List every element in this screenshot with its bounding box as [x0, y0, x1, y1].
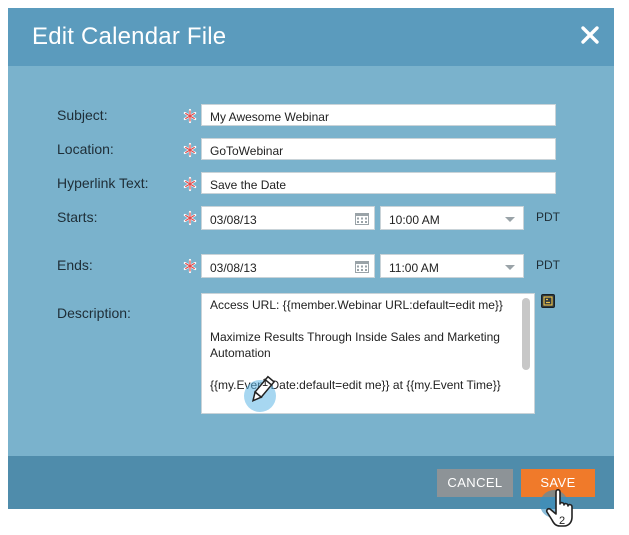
- step-2-callout: 2: [538, 484, 582, 530]
- description-label: Description:: [57, 305, 131, 321]
- token-picker-icon[interactable]: [541, 294, 555, 308]
- description-scrollbar[interactable]: [522, 298, 530, 370]
- subject-label: Subject:: [57, 107, 108, 123]
- start-time-value: 10:00 AM: [389, 213, 440, 227]
- required-star-icon: [183, 142, 197, 158]
- end-timezone: PDT: [536, 258, 560, 272]
- end-date-input[interactable]: 03/08/13: [201, 254, 375, 278]
- ends-label: Ends:: [57, 257, 93, 273]
- required-star-icon: [183, 176, 197, 192]
- hyperlink-label: Hyperlink Text:: [57, 175, 149, 191]
- start-timezone: PDT: [536, 210, 560, 224]
- description-line: Access URL: {{member.Webinar URL:default…: [210, 298, 503, 312]
- start-time-select[interactable]: 10:00 AM: [380, 206, 524, 230]
- required-star-icon: [183, 258, 197, 274]
- dialog-title: Edit Calendar File: [32, 23, 227, 50]
- step-2-number: 2: [559, 515, 566, 527]
- start-date-input[interactable]: 03/08/13: [201, 206, 375, 230]
- hyperlink-text-input[interactable]: Save the Date: [201, 172, 556, 194]
- calendar-icon[interactable]: [355, 261, 369, 273]
- end-time-select[interactable]: 11:00 AM: [380, 254, 524, 278]
- step-1-number: 1: [262, 377, 269, 389]
- required-star-icon: [183, 210, 197, 226]
- location-input[interactable]: GoToWebinar: [201, 138, 556, 160]
- starts-label: Starts:: [57, 209, 98, 225]
- subject-input[interactable]: My Awesome Webinar: [201, 104, 556, 126]
- chevron-down-icon: [505, 217, 515, 222]
- start-date-value: 03/08/13: [210, 213, 257, 227]
- pencil-icon: [244, 375, 276, 412]
- edit-calendar-dialog: Edit Calendar File Subject: My Awesome W…: [8, 8, 614, 527]
- end-date-value: 03/08/13: [210, 261, 257, 275]
- location-label: Location:: [57, 141, 114, 157]
- required-star-icon: [183, 108, 197, 124]
- cancel-button[interactable]: CANCEL: [437, 469, 513, 497]
- dialog-header: Edit Calendar File: [8, 8, 614, 66]
- end-time-value: 11:00 AM: [389, 261, 439, 275]
- calendar-icon[interactable]: [355, 213, 369, 225]
- close-icon[interactable]: [580, 25, 600, 45]
- chevron-down-icon: [505, 265, 515, 270]
- step-1-callout: 1: [240, 374, 280, 414]
- description-line: Maximize Results Through Inside Sales an…: [210, 330, 500, 360]
